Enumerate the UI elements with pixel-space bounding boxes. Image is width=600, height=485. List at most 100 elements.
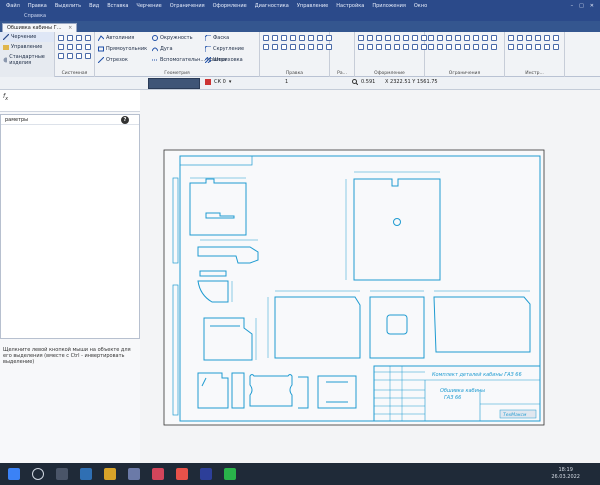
close-icon[interactable]: ✕ xyxy=(590,3,594,9)
array-icon[interactable] xyxy=(272,44,278,50)
move-icon[interactable] xyxy=(263,35,269,41)
hatch-button[interactable]: Штриховка xyxy=(205,57,243,63)
mode-drawing[interactable]: Черчение xyxy=(0,32,54,42)
perpendicular-icon[interactable] xyxy=(455,35,461,41)
kompas-taskbar-icon[interactable] xyxy=(200,468,212,480)
tolerance-icon[interactable] xyxy=(394,35,400,41)
save-icon[interactable] xyxy=(76,35,82,41)
offset-icon[interactable] xyxy=(281,44,287,50)
weld-icon[interactable] xyxy=(412,44,418,50)
spec-icon[interactable] xyxy=(553,44,559,50)
windows-start-icon[interactable] xyxy=(8,468,20,480)
app-icon-4[interactable] xyxy=(224,468,236,480)
explorer-icon[interactable] xyxy=(104,468,116,480)
var-icon[interactable] xyxy=(517,44,523,50)
radius-icon[interactable] xyxy=(482,44,488,50)
properties-icon[interactable] xyxy=(67,53,73,59)
app-icon-2[interactable] xyxy=(152,468,164,480)
leader-icon[interactable] xyxy=(376,35,382,41)
macro-icon[interactable] xyxy=(526,44,532,50)
menu-diagnostics[interactable]: Диагностика xyxy=(251,3,293,9)
menu-format[interactable]: Оформление xyxy=(209,3,251,9)
menu-window[interactable]: Окно xyxy=(410,3,431,9)
mass-icon[interactable] xyxy=(526,35,532,41)
extend-icon[interactable] xyxy=(308,35,314,41)
midpoint-icon[interactable] xyxy=(437,44,443,50)
undo-icon[interactable] xyxy=(85,44,91,50)
angle-icon[interactable] xyxy=(464,44,470,50)
menu-apps[interactable]: Приложения xyxy=(368,3,410,9)
tangent-icon[interactable] xyxy=(464,35,470,41)
tab-drawing[interactable]: Обшивка кабины Г... × xyxy=(2,23,78,32)
app-icon-3[interactable] xyxy=(176,468,188,480)
snap-toolbar[interactable] xyxy=(148,78,200,89)
layers-icon[interactable] xyxy=(76,53,82,59)
menu-edit[interactable]: Правка xyxy=(24,3,51,9)
tab-close-icon[interactable]: × xyxy=(68,25,72,31)
menu-settings[interactable]: Настройка xyxy=(332,3,368,9)
minimize-icon[interactable]: – xyxy=(571,3,574,9)
info-icon[interactable] xyxy=(544,35,550,41)
calc-icon[interactable] xyxy=(517,35,523,41)
menu-view[interactable]: Вид xyxy=(85,3,103,9)
app-icon-1[interactable] xyxy=(128,468,140,480)
arc-button[interactable]: Дуга xyxy=(152,46,173,52)
drawing-canvas[interactable]: Комплект деталей кабины ГАЗ 66 Обшивка к… xyxy=(140,90,600,463)
segment-button[interactable]: Отрезок xyxy=(98,57,128,63)
trim-icon[interactable] xyxy=(299,35,305,41)
equal-icon[interactable] xyxy=(491,35,497,41)
concentric-icon[interactable] xyxy=(455,44,461,50)
edge-icon[interactable] xyxy=(80,468,92,480)
paste-icon[interactable] xyxy=(76,44,82,50)
library-icon[interactable] xyxy=(85,53,91,59)
deform-icon[interactable] xyxy=(308,44,314,50)
mark-icon[interactable] xyxy=(367,44,373,50)
help-menu[interactable]: Справка xyxy=(0,12,600,21)
parallel-icon[interactable] xyxy=(446,35,452,41)
menu-select[interactable]: Выделить xyxy=(51,3,85,9)
section-icon[interactable] xyxy=(385,44,391,50)
redo-icon[interactable] xyxy=(58,53,64,59)
table-icon[interactable] xyxy=(367,35,373,41)
print-icon[interactable] xyxy=(85,35,91,41)
menu-draw[interactable]: Черчение xyxy=(132,3,165,9)
roughness-icon[interactable] xyxy=(385,35,391,41)
mode-standard[interactable]: Стандартные изделия xyxy=(0,52,54,68)
text-icon[interactable] xyxy=(358,35,364,41)
system-clock[interactable]: 18:19 26.03.2022 xyxy=(551,467,580,481)
measure-icon[interactable] xyxy=(508,35,514,41)
zoom-field[interactable]: 0.591 xyxy=(352,79,375,85)
horizontal-icon[interactable] xyxy=(428,35,434,41)
fix-icon[interactable] xyxy=(482,35,488,41)
mirror-icon[interactable] xyxy=(290,35,296,41)
symbol-icon[interactable] xyxy=(358,44,364,50)
length-icon[interactable] xyxy=(491,44,497,50)
autoline-button[interactable]: Автолиния xyxy=(98,35,134,41)
fx-icon[interactable]: fx xyxy=(3,93,8,102)
position-icon[interactable] xyxy=(412,35,418,41)
open-icon[interactable] xyxy=(67,35,73,41)
stretch-icon[interactable] xyxy=(299,44,305,50)
mode-manage[interactable]: Управление xyxy=(0,42,54,52)
rotate-icon[interactable] xyxy=(272,35,278,41)
collinear-icon[interactable] xyxy=(446,44,452,50)
fillet-button[interactable]: Скругление xyxy=(205,46,244,52)
break-icon[interactable] xyxy=(317,35,323,41)
cut-line-icon[interactable] xyxy=(394,44,400,50)
filter-icon[interactable] xyxy=(508,44,514,50)
distance-icon[interactable] xyxy=(473,44,479,50)
copy-icon[interactable] xyxy=(67,44,73,50)
step-field[interactable]: 1 xyxy=(285,79,288,85)
menu-constraints[interactable]: Ограничения xyxy=(166,3,209,9)
maximize-icon[interactable]: □ xyxy=(579,3,584,9)
help-icon[interactable]: ? xyxy=(121,115,129,124)
new-doc-icon[interactable] xyxy=(58,35,64,41)
rectangle-button[interactable]: Прямоугольник xyxy=(98,46,147,52)
center-icon[interactable] xyxy=(403,44,409,50)
vertical-icon[interactable] xyxy=(437,35,443,41)
check-icon[interactable] xyxy=(553,35,559,41)
chamfer-button[interactable]: Фаска xyxy=(205,35,229,41)
area-icon[interactable] xyxy=(535,35,541,41)
split-icon[interactable] xyxy=(317,44,323,50)
view-arrow-icon[interactable] xyxy=(376,44,382,50)
